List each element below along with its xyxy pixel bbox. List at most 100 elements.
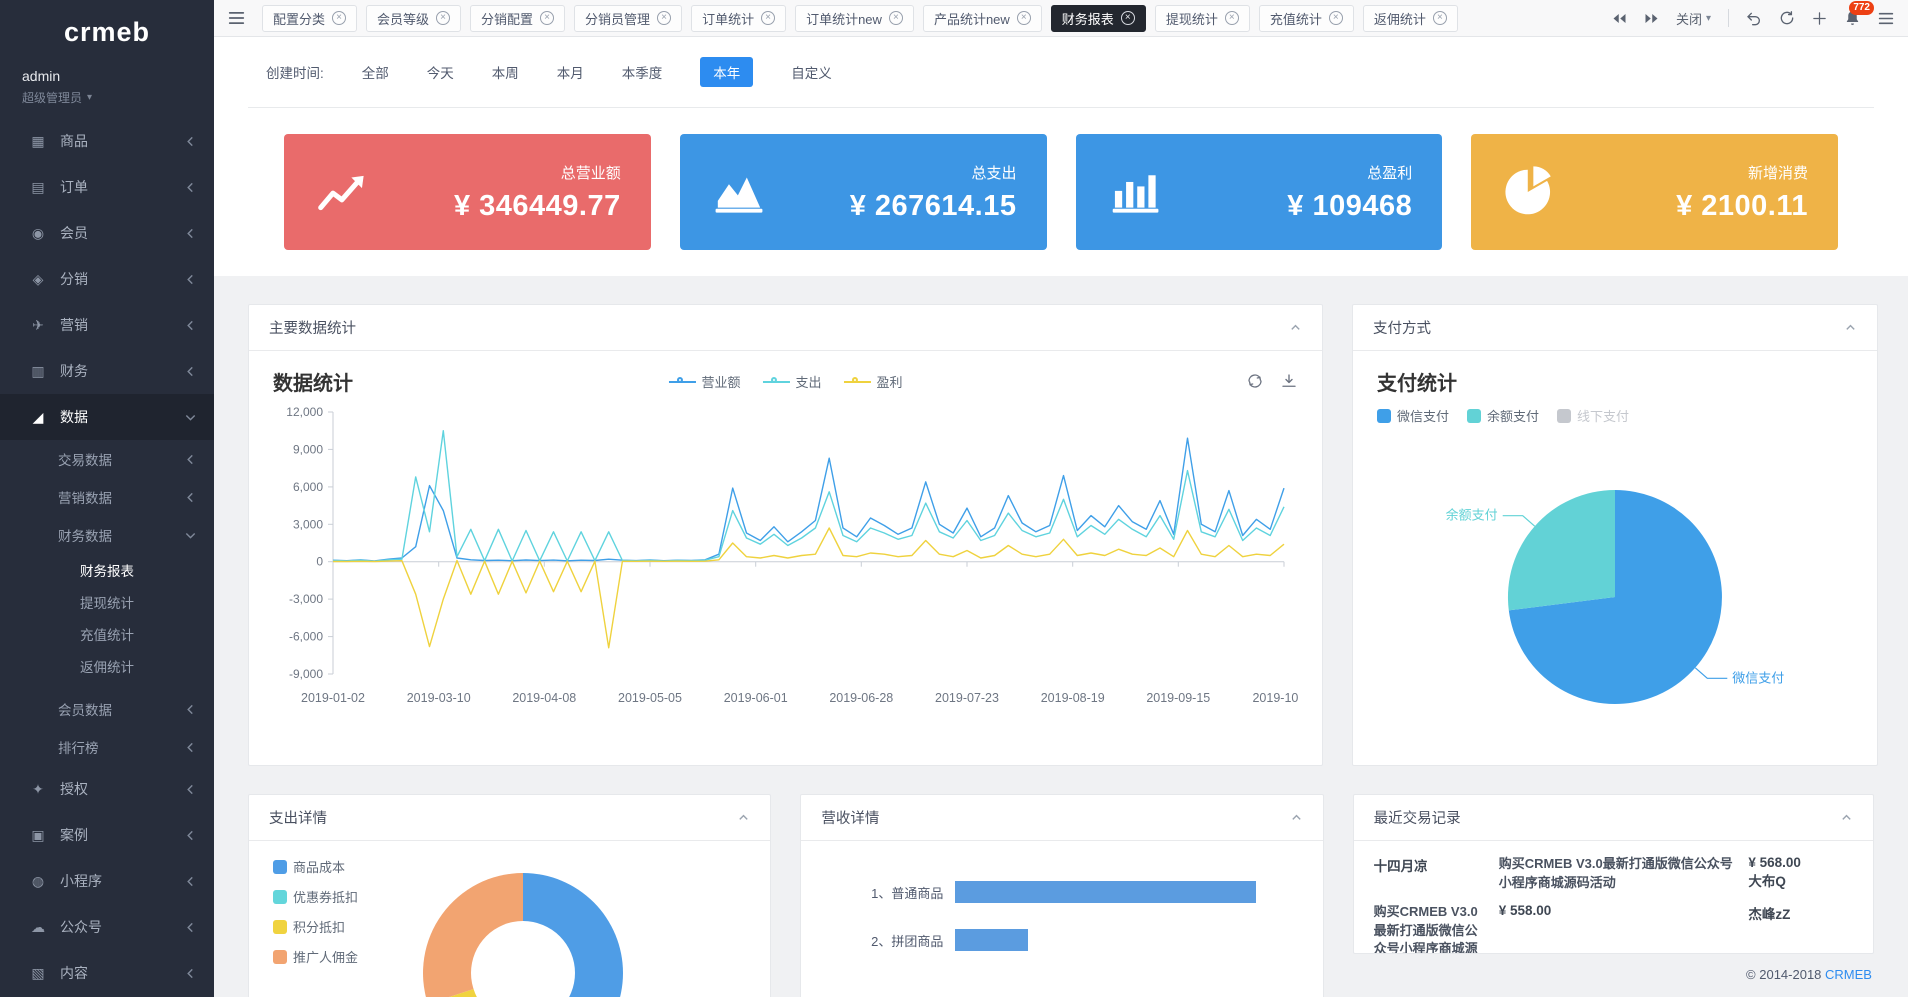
sidebar-item-data[interactable]: ◢数据 (0, 394, 214, 440)
close-icon[interactable]: × (657, 11, 671, 25)
refresh-button[interactable] (1779, 10, 1795, 26)
tab-2[interactable]: 分销配置× (470, 5, 565, 32)
sidebar-item-marketing[interactable]: ✈营销 (0, 302, 214, 348)
panel-header: 营收详情 (801, 795, 1322, 841)
tabbar-controls: 关闭 ▾ 772 (1598, 9, 1908, 28)
message-list-button[interactable] (1878, 12, 1894, 25)
chevron-left-icon (185, 182, 196, 193)
legend-item-1[interactable]: 优惠券抵扣 (273, 887, 770, 906)
close-icon[interactable]: × (436, 11, 450, 25)
filter-option-4[interactable]: 本季度 (622, 62, 663, 82)
scroll-tabs-left-button[interactable] (1612, 12, 1627, 25)
sidebar-item-label: 营销 (60, 315, 88, 335)
sidebar-item-goods[interactable]: ▦商品 (0, 118, 214, 164)
sidebar-item-members[interactable]: ◉会员 (0, 210, 214, 256)
sidebar-item-cases[interactable]: ▣案例 (0, 812, 214, 858)
tab-10[interactable]: 返佣统计× (1363, 5, 1458, 32)
legend-item-2[interactable]: 盈利 (844, 372, 903, 391)
filter-option-0[interactable]: 全部 (362, 62, 389, 82)
sidebar-item-finance[interactable]: ▥财务 (0, 348, 214, 394)
close-tabs-dropdown[interactable]: 关闭 ▾ (1676, 9, 1711, 28)
collapse-panel-button[interactable] (1844, 321, 1857, 334)
close-icon[interactable]: × (540, 11, 554, 25)
chart-restore-button[interactable] (1246, 372, 1264, 390)
sidebar-item-wechat[interactable]: ☁公众号 (0, 904, 214, 950)
svg-text:-9,000: -9,000 (289, 667, 323, 681)
close-icon[interactable]: × (1433, 11, 1447, 25)
tab-5[interactable]: 订单统计new× (795, 5, 914, 32)
sidebar-item-finance-report[interactable]: 财务报表 (0, 554, 214, 586)
sidebar-toggle-button[interactable] (214, 0, 258, 36)
filter-option-6[interactable]: 自定义 (791, 62, 832, 82)
sidebar-item-miniprogram[interactable]: ◍小程序 (0, 858, 214, 904)
tab-1[interactable]: 会员等级× (366, 5, 461, 32)
tab-9[interactable]: 充值统计× (1259, 5, 1354, 32)
tab-label: 分销员管理 (585, 9, 650, 28)
svg-text:2019-01-02: 2019-01-02 (301, 691, 365, 705)
sidebar-item-trade-data[interactable]: 交易数据 (0, 440, 214, 478)
scroll-tabs-right-button[interactable] (1644, 12, 1659, 25)
sidebar-item-recharge-stats[interactable]: 充值统计 (0, 618, 214, 650)
sidebar-item-label: 财务数据 (58, 525, 112, 545)
chart-toolbar: 数据统计 营业额支出盈利 (273, 367, 1298, 396)
sidebar-item-label: 营销数据 (58, 487, 112, 507)
filter-option-2[interactable]: 本周 (492, 62, 519, 82)
close-icon[interactable]: × (1225, 11, 1239, 25)
bar-segment (955, 881, 1255, 903)
tab-4[interactable]: 订单统计 × (691, 5, 786, 32)
legend-item-2[interactable]: 积分抵扣 (273, 917, 770, 936)
sidebar-item-orders[interactable]: ▤订单 (0, 164, 214, 210)
sidebar-item-withdraw-stats[interactable]: 提现统计 (0, 586, 214, 618)
stat-card-text: 总盈利¥ 109468 (1287, 162, 1412, 223)
close-icon[interactable]: × (1121, 11, 1135, 25)
close-icon[interactable]: × (1329, 11, 1343, 25)
legend-item-3[interactable]: 推广人佣金 (273, 947, 770, 966)
filter-option-3[interactable]: 本月 (557, 62, 584, 82)
panel-title: 营收详情 (821, 807, 879, 828)
close-icon[interactable]: × (761, 11, 775, 25)
legend-swatch (1557, 409, 1571, 423)
filter-option-5[interactable]: 本年 (700, 57, 753, 87)
tab-8[interactable]: 提现统计× (1155, 5, 1250, 32)
legend-item-2[interactable]: 线下支付 (1557, 406, 1629, 425)
tab-7[interactable]: 财务报表× (1051, 5, 1146, 32)
close-icon[interactable]: × (889, 11, 903, 25)
collapse-panel-button[interactable] (1840, 811, 1853, 824)
legend-item-1[interactable]: 余额支付 (1467, 406, 1539, 425)
close-icon[interactable]: × (1017, 11, 1031, 25)
sidebar-item-member-data[interactable]: 会员数据 (0, 690, 214, 728)
undo-icon (1746, 10, 1762, 26)
legend-item-0[interactable]: 营业额 (668, 372, 740, 391)
svg-text:0: 0 (316, 555, 323, 569)
tab-label: 订单统计 (702, 9, 754, 28)
sidebar-item-finance-data[interactable]: 财务数据 (0, 516, 214, 554)
brand-link[interactable]: CRMEB (1825, 967, 1872, 982)
back-button[interactable] (1746, 10, 1762, 26)
sidebar-item-marketing-data[interactable]: 营销数据 (0, 478, 214, 516)
tab-0[interactable]: 配置分类× (262, 5, 357, 32)
chart-legend: 营业额 支出 盈利 (668, 372, 902, 391)
fullscreen-button[interactable] (1812, 11, 1827, 26)
tab-6[interactable]: 产品统计new× (923, 5, 1042, 32)
tab-3[interactable]: 分销员管理 × (574, 5, 682, 32)
double-chevron-right-icon (1644, 12, 1659, 25)
user-box: admin 超级管理员 ▾ (0, 64, 214, 118)
sidebar-item-label: 案例 (60, 825, 88, 845)
user-role-dropdown[interactable]: 超级管理员 ▾ (22, 89, 192, 106)
chart-download-button[interactable] (1280, 372, 1298, 390)
filter-option-1[interactable]: 今天 (427, 62, 454, 82)
sidebar-item-rebate-stats[interactable]: 返佣统计 (0, 650, 214, 682)
collapse-panel-button[interactable] (737, 811, 750, 824)
legend-item-0[interactable]: 微信支付 (1377, 406, 1449, 425)
sidebar-item-license[interactable]: ✦授权 (0, 766, 214, 812)
legend-item-0[interactable]: 商品成本 (273, 857, 770, 876)
collapse-panel-button[interactable] (1290, 811, 1303, 824)
close-icon[interactable]: × (332, 11, 346, 25)
notifications-button[interactable]: 772 (1844, 10, 1861, 27)
collapse-panel-button[interactable] (1289, 321, 1302, 334)
sidebar-item-content[interactable]: ▧内容 (0, 950, 214, 996)
sidebar-item-ranking[interactable]: 排行榜 (0, 728, 214, 766)
sidebar-item-distribution[interactable]: ◈分销 (0, 256, 214, 302)
legend-item-1[interactable]: 支出 (762, 372, 821, 391)
svg-text:12,000: 12,000 (286, 405, 323, 419)
